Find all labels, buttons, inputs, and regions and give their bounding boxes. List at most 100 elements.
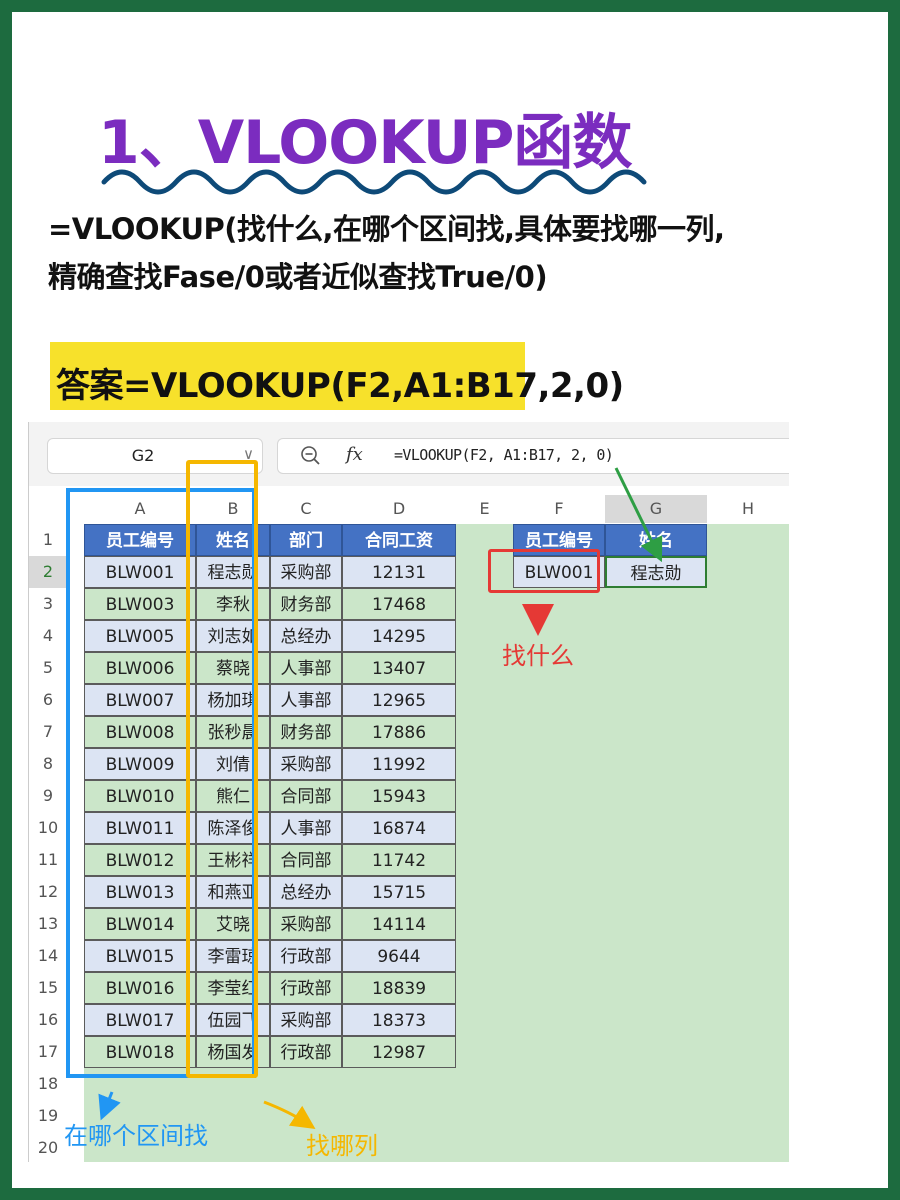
table-cell[interactable]: 14295 xyxy=(342,620,456,652)
table-cell[interactable]: BLW018 xyxy=(84,1036,196,1068)
table-cell[interactable]: BLW014 xyxy=(84,908,196,940)
row-header-12[interactable]: 12 xyxy=(29,876,67,908)
column-header-h[interactable]: H xyxy=(707,495,789,523)
column-header-d[interactable]: D xyxy=(342,495,456,523)
table-cell[interactable]: BLW017 xyxy=(84,1004,196,1036)
table-cell[interactable]: 9644 xyxy=(342,940,456,972)
table-cell[interactable]: 总经办 xyxy=(270,620,342,652)
lookup-header-cell[interactable]: 姓名 xyxy=(605,524,707,556)
table-cell[interactable]: 12131 xyxy=(342,556,456,588)
table-cell[interactable]: 行政部 xyxy=(270,1036,342,1068)
table-cell[interactable]: BLW001 xyxy=(84,556,196,588)
row-header-8[interactable]: 8 xyxy=(29,748,67,780)
table-cell[interactable]: 采购部 xyxy=(270,556,342,588)
table-cell[interactable]: 杨加琪 xyxy=(196,684,270,716)
table-cell[interactable]: 熊仁 xyxy=(196,780,270,812)
table-cell[interactable]: BLW009 xyxy=(84,748,196,780)
table-cell[interactable]: 18839 xyxy=(342,972,456,1004)
row-header-4[interactable]: 4 xyxy=(29,620,67,652)
table-header-cell[interactable]: 员工编号 xyxy=(84,524,196,556)
table-cell[interactable]: BLW006 xyxy=(84,652,196,684)
table-cell[interactable]: 刘倩 xyxy=(196,748,270,780)
table-cell[interactable]: 人事部 xyxy=(270,652,342,684)
table-cell[interactable]: 合同部 xyxy=(270,780,342,812)
column-header-b[interactable]: B xyxy=(196,495,270,523)
table-cell[interactable]: 程志勋 xyxy=(196,556,270,588)
lookup-result-cell[interactable]: 程志勋 xyxy=(605,556,707,588)
table-cell[interactable]: 财务部 xyxy=(270,588,342,620)
row-header-19[interactable]: 19 xyxy=(29,1100,67,1132)
table-cell[interactable]: 14114 xyxy=(342,908,456,940)
column-header-f[interactable]: F xyxy=(513,495,605,523)
row-header-13[interactable]: 13 xyxy=(29,908,67,940)
row-header-16[interactable]: 16 xyxy=(29,1004,67,1036)
table-cell[interactable]: 和燕亚 xyxy=(196,876,270,908)
table-cell[interactable]: 李雷琼 xyxy=(196,940,270,972)
table-cell[interactable]: 杨国发 xyxy=(196,1036,270,1068)
table-cell[interactable]: 13407 xyxy=(342,652,456,684)
table-cell[interactable]: 12965 xyxy=(342,684,456,716)
column-header-a[interactable]: A xyxy=(84,495,196,523)
lookup-key-cell[interactable]: BLW001 xyxy=(513,556,605,588)
table-cell[interactable]: 李莹红 xyxy=(196,972,270,1004)
table-header-cell[interactable]: 姓名 xyxy=(196,524,270,556)
row-header-20[interactable]: 20 xyxy=(29,1132,67,1162)
table-cell[interactable]: 人事部 xyxy=(270,812,342,844)
table-cell[interactable]: 刘志如 xyxy=(196,620,270,652)
table-cell[interactable]: 李秋 xyxy=(196,588,270,620)
table-cell[interactable]: 艾晓 xyxy=(196,908,270,940)
table-cell[interactable]: BLW007 xyxy=(84,684,196,716)
row-header-1[interactable]: 1 xyxy=(29,524,67,556)
table-header-cell[interactable]: 合同工资 xyxy=(342,524,456,556)
table-cell[interactable]: 17468 xyxy=(342,588,456,620)
row-header-18[interactable]: 18 xyxy=(29,1068,67,1100)
table-cell[interactable]: 采购部 xyxy=(270,908,342,940)
table-cell[interactable]: BLW013 xyxy=(84,876,196,908)
table-cell[interactable]: BLW011 xyxy=(84,812,196,844)
table-cell[interactable]: 16874 xyxy=(342,812,456,844)
table-cell[interactable]: 财务部 xyxy=(270,716,342,748)
table-cell[interactable]: BLW008 xyxy=(84,716,196,748)
column-header-c[interactable]: C xyxy=(270,495,342,523)
table-cell[interactable]: BLW005 xyxy=(84,620,196,652)
row-header-14[interactable]: 14 xyxy=(29,940,67,972)
table-cell[interactable]: 张秒晨 xyxy=(196,716,270,748)
table-cell[interactable]: BLW003 xyxy=(84,588,196,620)
table-cell[interactable]: 17886 xyxy=(342,716,456,748)
row-header-9[interactable]: 9 xyxy=(29,780,67,812)
table-cell[interactable]: 合同部 xyxy=(270,844,342,876)
row-header-7[interactable]: 7 xyxy=(29,716,67,748)
table-cell[interactable]: 15715 xyxy=(342,876,456,908)
row-header-10[interactable]: 10 xyxy=(29,812,67,844)
table-cell[interactable]: 11992 xyxy=(342,748,456,780)
column-header-e[interactable]: E xyxy=(456,495,513,523)
table-header-cell[interactable]: 部门 xyxy=(270,524,342,556)
table-cell[interactable]: 总经办 xyxy=(270,876,342,908)
row-header-15[interactable]: 15 xyxy=(29,972,67,1004)
table-cell[interactable]: 15943 xyxy=(342,780,456,812)
row-header-2[interactable]: 2 xyxy=(29,556,67,588)
table-cell[interactable]: BLW015 xyxy=(84,940,196,972)
row-header-5[interactable]: 5 xyxy=(29,652,67,684)
table-cell[interactable]: 采购部 xyxy=(270,1004,342,1036)
table-cell[interactable]: 陈泽俊 xyxy=(196,812,270,844)
table-cell[interactable]: 采购部 xyxy=(270,748,342,780)
table-cell[interactable]: 王彬祥 xyxy=(196,844,270,876)
table-cell[interactable]: 行政部 xyxy=(270,972,342,1004)
table-cell[interactable]: 蔡晓 xyxy=(196,652,270,684)
row-header-3[interactable]: 3 xyxy=(29,588,67,620)
column-header-g[interactable]: G xyxy=(605,495,707,523)
table-cell[interactable]: 12987 xyxy=(342,1036,456,1068)
table-cell[interactable]: 11742 xyxy=(342,844,456,876)
row-header-17[interactable]: 17 xyxy=(29,1036,67,1068)
table-cell[interactable]: BLW012 xyxy=(84,844,196,876)
table-cell[interactable]: BLW010 xyxy=(84,780,196,812)
table-cell[interactable]: 行政部 xyxy=(270,940,342,972)
table-cell[interactable]: 伍园飞 xyxy=(196,1004,270,1036)
select-all-corner[interactable] xyxy=(29,495,67,523)
row-header-6[interactable]: 6 xyxy=(29,684,67,716)
row-header-11[interactable]: 11 xyxy=(29,844,67,876)
lookup-header-cell[interactable]: 员工编号 xyxy=(513,524,605,556)
table-cell[interactable]: 人事部 xyxy=(270,684,342,716)
table-cell[interactable]: 18373 xyxy=(342,1004,456,1036)
